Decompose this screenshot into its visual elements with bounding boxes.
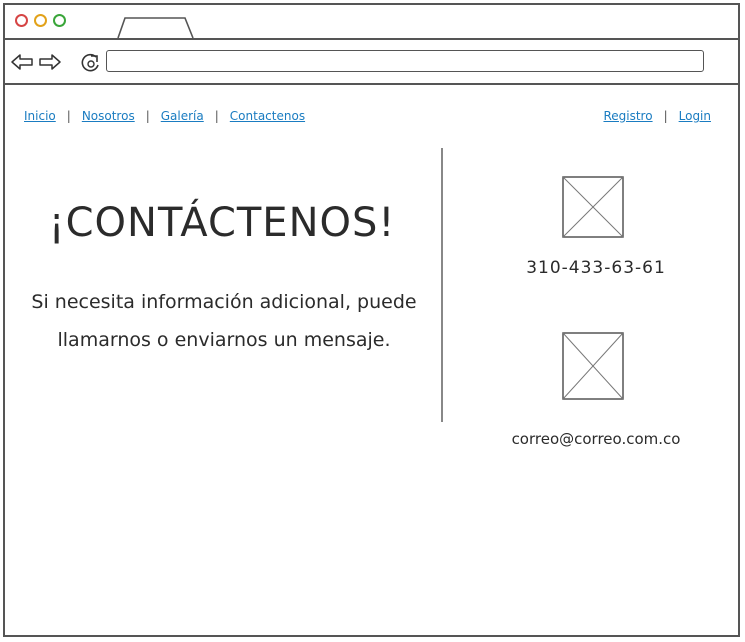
phone-number: 310-433-63-61 — [526, 258, 666, 278]
arrow-right-icon[interactable] — [38, 53, 62, 71]
nav-left: Inicio | Nosotros | Galería | Contactenos — [24, 109, 305, 123]
minimize-window-icon[interactable] — [34, 14, 47, 27]
reload-icon[interactable] — [80, 52, 102, 74]
email-address: correo@correo.com.co — [511, 430, 681, 448]
vertical-divider — [441, 148, 443, 422]
nav-link-registro[interactable]: Registro — [603, 109, 652, 123]
nav-separator: | — [66, 109, 71, 123]
nav-separator: | — [663, 109, 668, 123]
email-image-placeholder-icon — [562, 332, 624, 400]
nav-separator: | — [145, 109, 150, 123]
nav-link-galeria[interactable]: Galería — [161, 109, 204, 123]
browser-window: Inicio | Nosotros | Galería | Contactenos Regi… — [3, 3, 740, 637]
contact-description: Si necesita información adicional, puede… — [31, 291, 417, 351]
address-bar[interactable] — [106, 50, 704, 72]
page-title: ¡CONTÁCTENOS! — [48, 200, 396, 246]
close-window-icon[interactable] — [15, 14, 28, 27]
browser-toolbar — [5, 40, 738, 85]
nav-right: Registro | Login — [603, 109, 711, 123]
title-bar — [5, 5, 738, 40]
nav-link-nosotros[interactable]: Nosotros — [82, 109, 135, 123]
nav-link-inicio[interactable]: Inicio — [24, 109, 56, 123]
maximize-window-icon[interactable] — [53, 14, 66, 27]
nav-separator: | — [214, 109, 219, 123]
arrow-left-icon[interactable] — [10, 53, 34, 71]
browser-tab[interactable] — [117, 17, 197, 39]
nav-link-login[interactable]: Login — [679, 109, 711, 123]
phone-image-placeholder-icon — [562, 176, 624, 238]
nav-link-contactenos[interactable]: Contactenos — [230, 109, 305, 123]
